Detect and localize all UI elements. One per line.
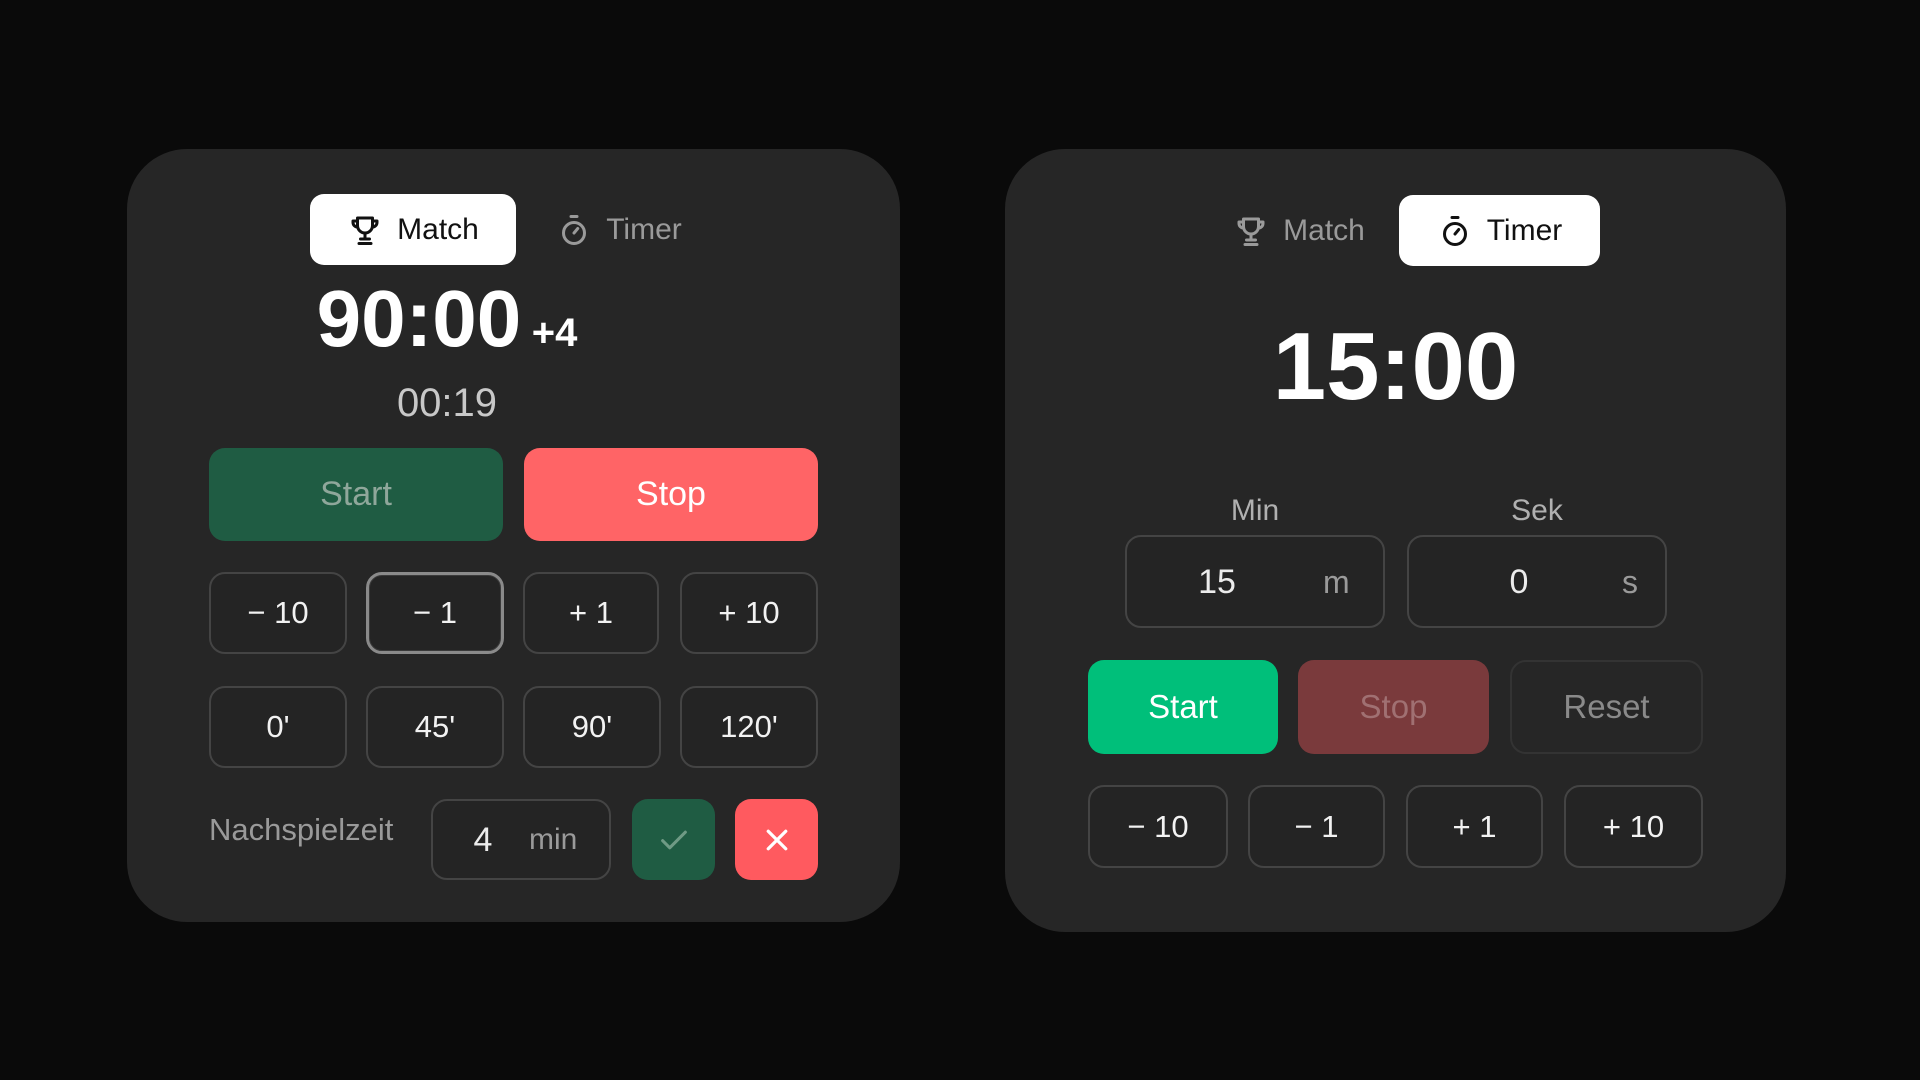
timer-clock: 15:00	[1272, 313, 1519, 420]
tab-match[interactable]: Match	[1199, 195, 1399, 266]
mode-tabs: Match Timer	[1199, 195, 1600, 266]
preset-0-button[interactable]: 0'	[209, 686, 347, 768]
minutes-unit: m	[1323, 564, 1350, 600]
seconds-unit: s	[1622, 564, 1638, 600]
stopwatch-icon	[1442, 215, 1467, 246]
check-icon	[660, 830, 687, 849]
stoppage-label: Nachspielzeit	[209, 812, 394, 847]
minus-1-button[interactable]: − 1	[366, 572, 504, 654]
match-clock: 90:00 +4	[127, 279, 767, 359]
match-panel: Match Timer 90:00 +4 00:19 Start Stop − …	[127, 149, 900, 922]
reset-button[interactable]: Reset	[1510, 660, 1703, 754]
preset-120-button[interactable]: 120'	[680, 686, 818, 768]
tab-timer-label: Timer	[606, 212, 682, 246]
stopwatch-icon	[562, 214, 587, 245]
minutes-value: 15	[1198, 563, 1236, 601]
tab-timer[interactable]: Timer	[516, 194, 722, 265]
minus-10-button[interactable]: − 10	[1088, 785, 1228, 868]
seconds-input[interactable]: 0 s	[1407, 535, 1667, 628]
tab-timer[interactable]: Timer	[1399, 195, 1600, 266]
stoppage-unit: min	[529, 823, 578, 856]
plus-10-button[interactable]: + 10	[680, 572, 818, 654]
start-button[interactable]: Start	[1088, 660, 1278, 754]
plus-10-button[interactable]: + 10	[1564, 785, 1703, 868]
confirm-stoppage-button[interactable]	[632, 799, 715, 880]
seconds-label: Sek	[1511, 494, 1563, 527]
match-clock-main: 90:00	[316, 274, 522, 363]
stoppage-value: 4	[473, 821, 493, 859]
preset-45-button[interactable]: 45'	[366, 686, 504, 768]
tab-match-label: Match	[397, 212, 479, 246]
tab-match[interactable]: Match	[310, 194, 516, 265]
cancel-stoppage-button[interactable]	[735, 799, 818, 880]
match-clock-added: +4	[531, 311, 578, 355]
stoppage-input[interactable]: 4 min	[431, 799, 611, 880]
plus-1-button[interactable]: + 1	[523, 572, 659, 654]
seconds-value: 0	[1509, 563, 1529, 601]
start-button[interactable]: Start	[209, 448, 503, 541]
timer-panel: Match Timer 15:00 Min Sek 15 m 0 s Start…	[1005, 149, 1786, 932]
match-elapsed-time: 00:19	[396, 381, 498, 425]
stop-button[interactable]: Stop	[524, 448, 818, 541]
minus-10-button[interactable]: − 10	[209, 572, 347, 654]
minutes-label: Min	[1230, 494, 1280, 527]
preset-90-button[interactable]: 90'	[523, 686, 661, 768]
trophy-icon	[351, 216, 379, 245]
mode-tabs: Match Timer	[310, 194, 722, 265]
minus-1-button[interactable]: − 1	[1248, 785, 1385, 868]
tab-timer-label: Timer	[1486, 213, 1563, 247]
minutes-input[interactable]: 15 m	[1125, 535, 1385, 628]
close-icon	[766, 829, 787, 850]
tab-match-label: Match	[1283, 213, 1365, 247]
trophy-icon	[1237, 217, 1265, 246]
stop-button[interactable]: Stop	[1298, 660, 1489, 754]
plus-1-button[interactable]: + 1	[1406, 785, 1543, 868]
